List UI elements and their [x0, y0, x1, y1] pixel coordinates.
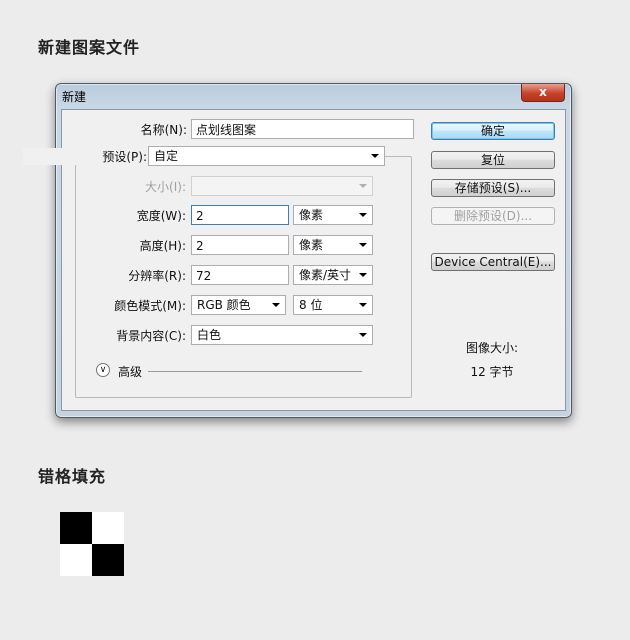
close-button[interactable]: x — [521, 84, 565, 102]
color-mode-label: 颜色模式(M): — [114, 299, 186, 313]
dialog-client-area: 名称(N): 点划线图案 预设(P): 自定 大小(I): 宽度(W): 2 像… — [23, 109, 566, 411]
chevron-down-icon — [359, 213, 367, 217]
chevron-down-icon — [359, 273, 367, 277]
close-icon: x — [539, 85, 547, 99]
bit-depth-dropdown[interactable]: 8 位 — [293, 295, 373, 315]
checker-cell-bottom-left — [60, 544, 92, 576]
size-dropdown[interactable] — [191, 176, 373, 196]
background-value: 白色 — [197, 328, 222, 342]
image-size-label: 图像大小: — [465, 341, 519, 355]
reset-button[interactable]: 复位 — [431, 151, 555, 169]
device-central-button[interactable]: Device Central(E)... — [431, 253, 555, 271]
checker-cell-top-left — [60, 512, 92, 544]
resolution-unit-dropdown[interactable]: 像素/英寸 — [293, 265, 373, 285]
name-label: 名称(N): — [140, 123, 187, 137]
width-unit-value: 像素 — [299, 208, 324, 222]
new-document-dialog: 新建 x 名称(N): 点划线图案 预设(P): 自定 大小(I): 宽度(W)… — [23, 83, 572, 418]
chevron-down-icon — [272, 303, 280, 307]
delete-preset-button[interactable]: 删除预设(D)... — [431, 207, 555, 225]
background-label: 背景内容(C): — [116, 329, 186, 343]
dialog-title: 新建 — [62, 90, 87, 104]
advanced-label[interactable]: 高级 — [118, 363, 142, 380]
width-label: 宽度(W): — [136, 209, 186, 223]
preset-value: 自定 — [154, 149, 179, 163]
image-size-value: 12 字节 — [470, 365, 514, 379]
color-mode-dropdown[interactable]: RGB 颜色 — [191, 295, 286, 315]
page-heading-pattern-fill: 错格填充 — [38, 467, 107, 486]
chevron-down-icon — [359, 243, 367, 247]
width-input[interactable]: 2 — [191, 205, 289, 225]
height-label: 高度(H): — [139, 239, 186, 253]
checker-pattern-preview — [60, 512, 124, 576]
resolution-label: 分辨率(R): — [128, 269, 186, 283]
height-unit-dropdown[interactable]: 像素 — [293, 235, 373, 255]
chevron-down-icon — [359, 333, 367, 337]
name-input[interactable]: 点划线图案 — [191, 119, 414, 139]
expand-advanced-icon[interactable]: ∨ — [96, 363, 110, 377]
checker-cell-bottom-right — [92, 544, 124, 576]
chevron-down-icon — [359, 303, 367, 307]
preset-dropdown[interactable]: 自定 — [148, 146, 385, 166]
checker-cell-top-right — [92, 512, 124, 544]
resolution-input[interactable]: 72 — [191, 265, 289, 285]
advanced-divider — [148, 371, 362, 372]
bit-depth-value: 8 位 — [299, 298, 323, 312]
page-heading-new-file: 新建图案文件 — [38, 38, 141, 57]
background-dropdown[interactable]: 白色 — [191, 325, 373, 345]
height-unit-value: 像素 — [299, 238, 324, 252]
save-preset-button[interactable]: 存储预设(S)... — [431, 179, 555, 197]
color-mode-value: RGB 颜色 — [197, 298, 251, 312]
ok-button[interactable]: 确定 — [431, 122, 555, 140]
width-unit-dropdown[interactable]: 像素 — [293, 205, 373, 225]
resolution-unit-value: 像素/英寸 — [299, 268, 352, 282]
chevron-down-icon — [359, 184, 367, 188]
chevron-down-icon — [371, 154, 379, 158]
height-input[interactable]: 2 — [191, 235, 289, 255]
preset-label: 预设(P): — [23, 148, 151, 165]
size-label: 大小(I): — [145, 180, 186, 194]
